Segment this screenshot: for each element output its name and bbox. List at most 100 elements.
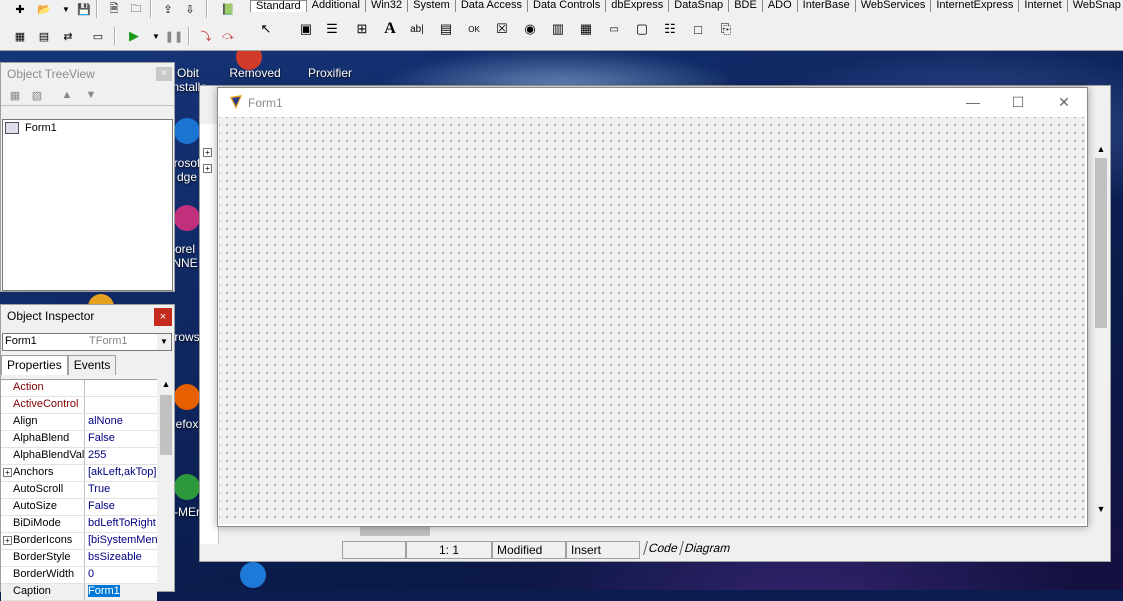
pointer-icon[interactable]: ↖ (254, 17, 278, 41)
object-selector[interactable]: Form1 TForm1 ▼ (2, 333, 172, 351)
maximize-button[interactable]: ☐ (1003, 93, 1033, 111)
expand-icon[interactable]: + (203, 164, 212, 173)
property-value[interactable]: [biSystemMenu] (85, 533, 157, 549)
desktop-icon-mer[interactable]: -MEr (172, 505, 202, 519)
scroll-thumb[interactable] (160, 395, 172, 455)
palette-tab-data-access[interactable]: Data Access (456, 0, 528, 12)
form-design-surface[interactable] (219, 117, 1085, 524)
desktop-icon-proxifier[interactable]: Proxifier (300, 66, 360, 80)
property-row[interactable]: AlphaBlend False (1, 431, 157, 448)
move-up-icon[interactable]: ▲ (57, 86, 77, 104)
palette-tab-win32[interactable]: Win32 (366, 0, 409, 12)
new-icon[interactable]: ✚ (10, 0, 30, 18)
property-value[interactable]: [akLeft,akTop] (85, 465, 157, 481)
open-icon[interactable]: 📂 (34, 0, 54, 18)
property-value[interactable]: True (85, 482, 157, 498)
groupbox-icon[interactable]: ▢ (630, 17, 654, 41)
expand-icon[interactable]: + (3, 468, 12, 477)
property-row[interactable]: ActiveControl (1, 397, 157, 414)
panel-icon[interactable]: □ (686, 17, 710, 41)
mainmenu-icon[interactable]: ☰ (320, 17, 344, 41)
close-button[interactable]: ✕ (1049, 93, 1079, 111)
dropdown-arrow-icon[interactable]: ▼ (56, 0, 76, 18)
help-icon[interactable]: 📗 (218, 0, 238, 18)
remove-file-icon[interactable]: ⇩ (180, 0, 200, 18)
property-row[interactable]: + Anchors [akLeft,akTop] (1, 465, 157, 482)
property-row[interactable]: Caption Form1 (1, 584, 157, 601)
property-row[interactable]: +BorderIcons[biSystemMenu] (1, 533, 157, 550)
desktop-icon-edge[interactable]: rosof dge (172, 156, 202, 184)
palette-tab-datasnap[interactable]: DataSnap (669, 0, 730, 12)
frames-icon[interactable]: ▣ (294, 17, 318, 41)
expand-icon[interactable]: + (203, 148, 212, 157)
tab-code[interactable]: Code (643, 541, 683, 555)
property-row[interactable]: BorderStyle bsSizeable (1, 550, 157, 567)
desktop-icon-rows[interactable]: rows (172, 330, 202, 344)
open-project-icon[interactable]: 🗀 (126, 0, 146, 18)
save-icon[interactable]: 💾 (74, 0, 94, 18)
palette-tab-ado[interactable]: ADO (763, 0, 798, 12)
new-form-icon[interactable]: ▭ (88, 27, 108, 45)
actionlist-icon[interactable]: ⎘ (714, 17, 738, 41)
listbox-icon[interactable]: ▥ (546, 17, 570, 41)
checkbox-icon[interactable]: ☒ (490, 17, 514, 41)
run-icon[interactable]: ▶ (124, 27, 144, 45)
palette-tab-additional[interactable]: Additional (307, 0, 366, 12)
minimize-button[interactable]: — (958, 93, 988, 111)
palette-tab-webservices[interactable]: WebServices (856, 0, 932, 12)
property-row[interactable]: Align alNone (1, 414, 157, 431)
delete-item-icon[interactable]: ▧ (27, 86, 47, 104)
property-value[interactable]: bsSizeable (85, 550, 157, 566)
property-row[interactable]: Action (1, 380, 157, 397)
view-unit-icon[interactable]: ▦ (10, 27, 30, 45)
scroll-up-icon[interactable]: ▲ (158, 379, 174, 393)
property-value[interactable]: False (85, 499, 157, 515)
property-row[interactable]: BiDiMode bdLeftToRight (1, 516, 157, 533)
tree-item-form1[interactable]: Form1 (5, 122, 57, 134)
property-row[interactable]: BorderWidth 0 (1, 567, 157, 584)
tab-diagram[interactable]: Diagram (678, 541, 735, 555)
palette-tab-websnap[interactable]: WebSnap (1068, 0, 1123, 12)
add-file-icon[interactable]: ⇪ (158, 0, 178, 18)
palette-tab-standard[interactable]: Standard (250, 0, 307, 12)
edit-icon[interactable]: ab| (405, 17, 429, 41)
property-value[interactable]: Form1 (85, 584, 157, 600)
inspector-close-button[interactable]: × (154, 308, 172, 326)
palette-tab-bde[interactable]: BDE (729, 0, 763, 12)
new-item-icon[interactable]: ▦ (5, 86, 25, 104)
expand-icon[interactable]: + (3, 536, 12, 545)
palette-tab-interbase[interactable]: InterBase (798, 0, 856, 12)
chevron-down-icon[interactable]: ▼ (157, 334, 171, 350)
radiobutton-icon[interactable]: ◉ (518, 17, 542, 41)
save-all-icon[interactable]: 🗎 (104, 0, 124, 18)
move-down-icon[interactable]: ▼ (81, 86, 101, 104)
scroll-down-icon[interactable]: ▼ (1094, 504, 1108, 514)
popupmenu-icon[interactable]: ⊞ (350, 17, 374, 41)
palette-tab-data-controls[interactable]: Data Controls (528, 0, 607, 12)
form-designer-window[interactable]: Form1 — ☐ ✕ (217, 87, 1088, 527)
pause-icon[interactable]: ❚❚ (164, 27, 184, 45)
desktop-icon-removed[interactable]: Removed (225, 66, 285, 80)
property-value[interactable]: alNone (85, 414, 157, 430)
label-icon[interactable]: A (378, 17, 402, 41)
toggle-form-unit-icon[interactable]: ⇄ (58, 27, 78, 45)
run-dropdown-icon[interactable]: ▼ (146, 27, 166, 45)
step-over-icon[interactable]: ⤼ (218, 27, 238, 45)
property-row[interactable]: AutoScroll True (1, 482, 157, 499)
property-value[interactable] (85, 397, 157, 413)
inspector-scrollbar[interactable]: ▲ (158, 379, 174, 591)
palette-tab-internet[interactable]: Internet (1019, 0, 1068, 12)
scrollbar-icon[interactable]: ▭ (602, 17, 626, 41)
memo-icon[interactable]: ▤ (434, 17, 458, 41)
editor-vscroll[interactable]: ▲ ▼ (1094, 144, 1108, 514)
scroll-thumb[interactable] (1095, 158, 1107, 328)
form-titlebar[interactable]: Form1 — ☐ ✕ (218, 88, 1087, 117)
view-form-icon[interactable]: ▤ (34, 27, 54, 45)
property-value[interactable]: 0 (85, 567, 157, 583)
property-value[interactable]: 255 (85, 448, 157, 464)
palette-tab-internetexpress[interactable]: InternetExpress (931, 0, 1020, 12)
property-value[interactable]: bdLeftToRight (85, 516, 157, 532)
radiogroup-icon[interactable]: ☷ (658, 17, 682, 41)
property-row[interactable]: AlphaBlendValue255 (1, 448, 157, 465)
scroll-thumb[interactable] (360, 526, 430, 536)
